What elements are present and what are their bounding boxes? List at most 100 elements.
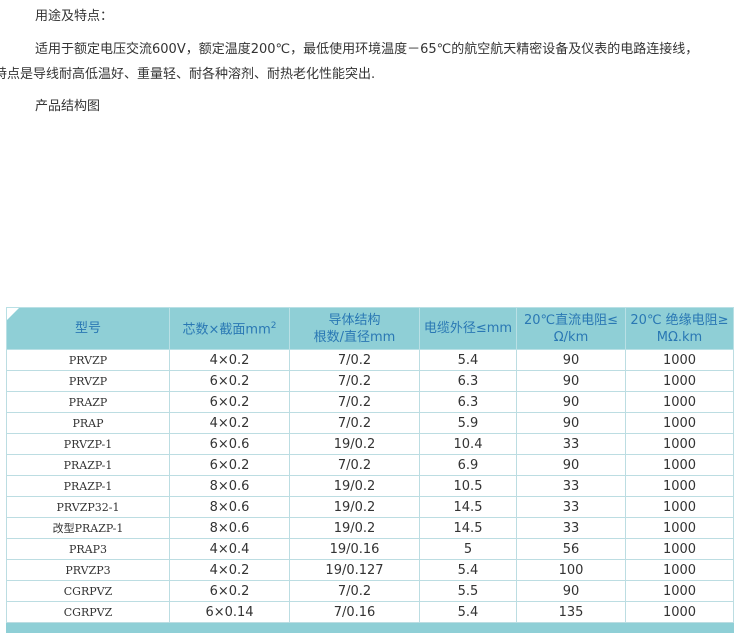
table-row: CGRPVZ 6×0.2 7/0.2 5.5 90 1000 bbox=[6, 580, 734, 602]
cell-outer-diameter: 6.3 bbox=[419, 391, 517, 413]
table-row: 改型PRAZP-1 8×0.6 19/0.2 14.5 33 1000 bbox=[6, 517, 734, 539]
cell-cores: 8×0.6 bbox=[169, 475, 290, 497]
cell-cores: 6×0.14 bbox=[169, 601, 290, 623]
cell-insulation-resistance: 1000 bbox=[625, 559, 734, 581]
cell-outer-diameter: 5.4 bbox=[419, 601, 517, 623]
cell-conductor: 19/0.2 bbox=[289, 517, 420, 539]
cell-model: PRVZP bbox=[6, 349, 170, 371]
footer-cell bbox=[6, 622, 734, 633]
structure-caption: 产品结构图 bbox=[35, 99, 101, 114]
cell-outer-diameter: 5 bbox=[419, 538, 517, 560]
cell-insulation-resistance: 1000 bbox=[625, 538, 734, 560]
cell-dc-resistance: 56 bbox=[516, 538, 626, 560]
header-cores: 芯数×截面mm2 bbox=[169, 307, 290, 350]
cell-outer-diameter: 6.3 bbox=[419, 370, 517, 392]
cell-cores: 6×0.2 bbox=[169, 370, 290, 392]
cell-outer-diameter: 6.9 bbox=[419, 454, 517, 476]
cell-conductor: 19/0.2 bbox=[289, 433, 420, 455]
cell-dc-resistance: 135 bbox=[516, 601, 626, 623]
cell-conductor: 19/0.2 bbox=[289, 496, 420, 518]
cell-conductor: 7/0.2 bbox=[289, 370, 420, 392]
cell-model: PRVZP32-1 bbox=[6, 496, 170, 518]
cell-model: 改型PRAZP-1 bbox=[6, 517, 170, 539]
cell-dc-resistance: 90 bbox=[516, 580, 626, 602]
cell-conductor: 7/0.2 bbox=[289, 580, 420, 602]
cell-insulation-resistance: 1000 bbox=[625, 496, 734, 518]
cell-insulation-resistance: 1000 bbox=[625, 349, 734, 371]
cell-model: PRAZP-1 bbox=[6, 454, 170, 476]
cell-insulation-resistance: 1000 bbox=[625, 412, 734, 434]
cell-cores: 4×0.2 bbox=[169, 349, 290, 371]
cell-dc-resistance: 33 bbox=[516, 433, 626, 455]
cell-conductor: 19/0.2 bbox=[289, 475, 420, 497]
cell-insulation-resistance: 1000 bbox=[625, 517, 734, 539]
cell-dc-resistance: 90 bbox=[516, 349, 626, 371]
table-row: PRVZP 6×0.2 7/0.2 6.3 90 1000 bbox=[6, 370, 734, 392]
table-row: PRAZP-1 8×0.6 19/0.2 10.5 33 1000 bbox=[6, 475, 734, 497]
cell-outer-diameter: 5.4 bbox=[419, 349, 517, 371]
cell-dc-resistance: 90 bbox=[516, 412, 626, 434]
table-row: PRAZP-1 6×0.2 7/0.2 6.9 90 1000 bbox=[6, 454, 734, 476]
description-line-1: 适用于额定电压交流600V，额定温度200℃，最低使用环境温度－65℃的航空航天… bbox=[35, 42, 699, 57]
header-dc-resistance: 20℃直流电阻≤ Ω/km bbox=[516, 307, 626, 350]
cell-outer-diameter: 14.5 bbox=[419, 517, 517, 539]
cell-dc-resistance: 90 bbox=[516, 391, 626, 413]
cell-model: PRAZP-1 bbox=[6, 475, 170, 497]
header-outer-diameter: 电缆外径≤mm bbox=[419, 307, 517, 350]
cell-cores: 6×0.2 bbox=[169, 391, 290, 413]
cell-outer-diameter: 14.5 bbox=[419, 496, 517, 518]
cell-cores: 4×0.2 bbox=[169, 559, 290, 581]
cell-outer-diameter: 5.5 bbox=[419, 580, 517, 602]
header-insulation-resistance: 20℃ 绝缘电阻≥ MΩ.km bbox=[625, 307, 734, 350]
cell-outer-diameter: 5.9 bbox=[419, 412, 517, 434]
cell-conductor: 7/0.16 bbox=[289, 601, 420, 623]
description-paragraph: 适用于额定电压交流600V，额定温度200℃，最低使用环境温度－65℃的航空航天… bbox=[0, 37, 738, 87]
table-row: CGRPVZ 6×0.14 7/0.16 5.4 135 1000 bbox=[6, 601, 734, 623]
cell-cores: 8×0.6 bbox=[169, 517, 290, 539]
cell-dc-resistance: 90 bbox=[516, 454, 626, 476]
table-row: PRVZP32-1 8×0.6 19/0.2 14.5 33 1000 bbox=[6, 496, 734, 518]
cell-conductor: 7/0.2 bbox=[289, 349, 420, 371]
cell-model: PRVZP bbox=[6, 370, 170, 392]
cell-dc-resistance: 100 bbox=[516, 559, 626, 581]
table-footer-bar bbox=[6, 622, 734, 633]
cell-cores: 4×0.4 bbox=[169, 538, 290, 560]
cell-dc-resistance: 33 bbox=[516, 517, 626, 539]
header-conductor: 导体结构 根数/直径mm bbox=[289, 307, 420, 350]
cell-model: PRVZP-1 bbox=[6, 433, 170, 455]
cell-model: PRVZP3 bbox=[6, 559, 170, 581]
cell-conductor: 19/0.127 bbox=[289, 559, 420, 581]
cell-dc-resistance: 90 bbox=[516, 370, 626, 392]
table-row: PRAP 4×0.2 7/0.2 5.9 90 1000 bbox=[6, 412, 734, 434]
table-row: PRVZP-1 6×0.6 19/0.2 10.4 33 1000 bbox=[6, 433, 734, 455]
cell-outer-diameter: 10.5 bbox=[419, 475, 517, 497]
cell-conductor: 7/0.2 bbox=[289, 454, 420, 476]
cell-dc-resistance: 33 bbox=[516, 496, 626, 518]
corner-fold bbox=[7, 308, 19, 320]
cell-outer-diameter: 10.4 bbox=[419, 433, 517, 455]
cell-insulation-resistance: 1000 bbox=[625, 580, 734, 602]
cell-insulation-resistance: 1000 bbox=[625, 391, 734, 413]
table-row: PRAZP 6×0.2 7/0.2 6.3 90 1000 bbox=[6, 391, 734, 413]
cell-model: CGRPVZ bbox=[6, 601, 170, 623]
cell-insulation-resistance: 1000 bbox=[625, 370, 734, 392]
cell-insulation-resistance: 1000 bbox=[625, 601, 734, 623]
cell-conductor: 19/0.16 bbox=[289, 538, 420, 560]
cell-cores: 6×0.6 bbox=[169, 433, 290, 455]
cell-cores: 6×0.2 bbox=[169, 580, 290, 602]
cell-model: CGRPVZ bbox=[6, 580, 170, 602]
header-model: 型号 bbox=[6, 307, 170, 350]
cell-cores: 6×0.2 bbox=[169, 454, 290, 476]
table-row: PRAP3 4×0.4 19/0.16 5 56 1000 bbox=[6, 538, 734, 560]
table-row: PRVZP 4×0.2 7/0.2 5.4 90 1000 bbox=[6, 349, 734, 371]
cell-conductor: 7/0.2 bbox=[289, 391, 420, 413]
cell-model: PRAP3 bbox=[6, 538, 170, 560]
section-title: 用途及特点： bbox=[35, 9, 114, 24]
spec-table: 型号 芯数×截面mm2 导体结构 根数/直径mm 电缆外径≤mm 20℃直流电阻≤… bbox=[6, 307, 734, 633]
table-row: PRVZP3 4×0.2 19/0.127 5.4 100 1000 bbox=[6, 559, 734, 581]
cell-conductor: 7/0.2 bbox=[289, 412, 420, 434]
cell-insulation-resistance: 1000 bbox=[625, 433, 734, 455]
cell-insulation-resistance: 1000 bbox=[625, 454, 734, 476]
cell-outer-diameter: 5.4 bbox=[419, 559, 517, 581]
cell-model: PRAP bbox=[6, 412, 170, 434]
